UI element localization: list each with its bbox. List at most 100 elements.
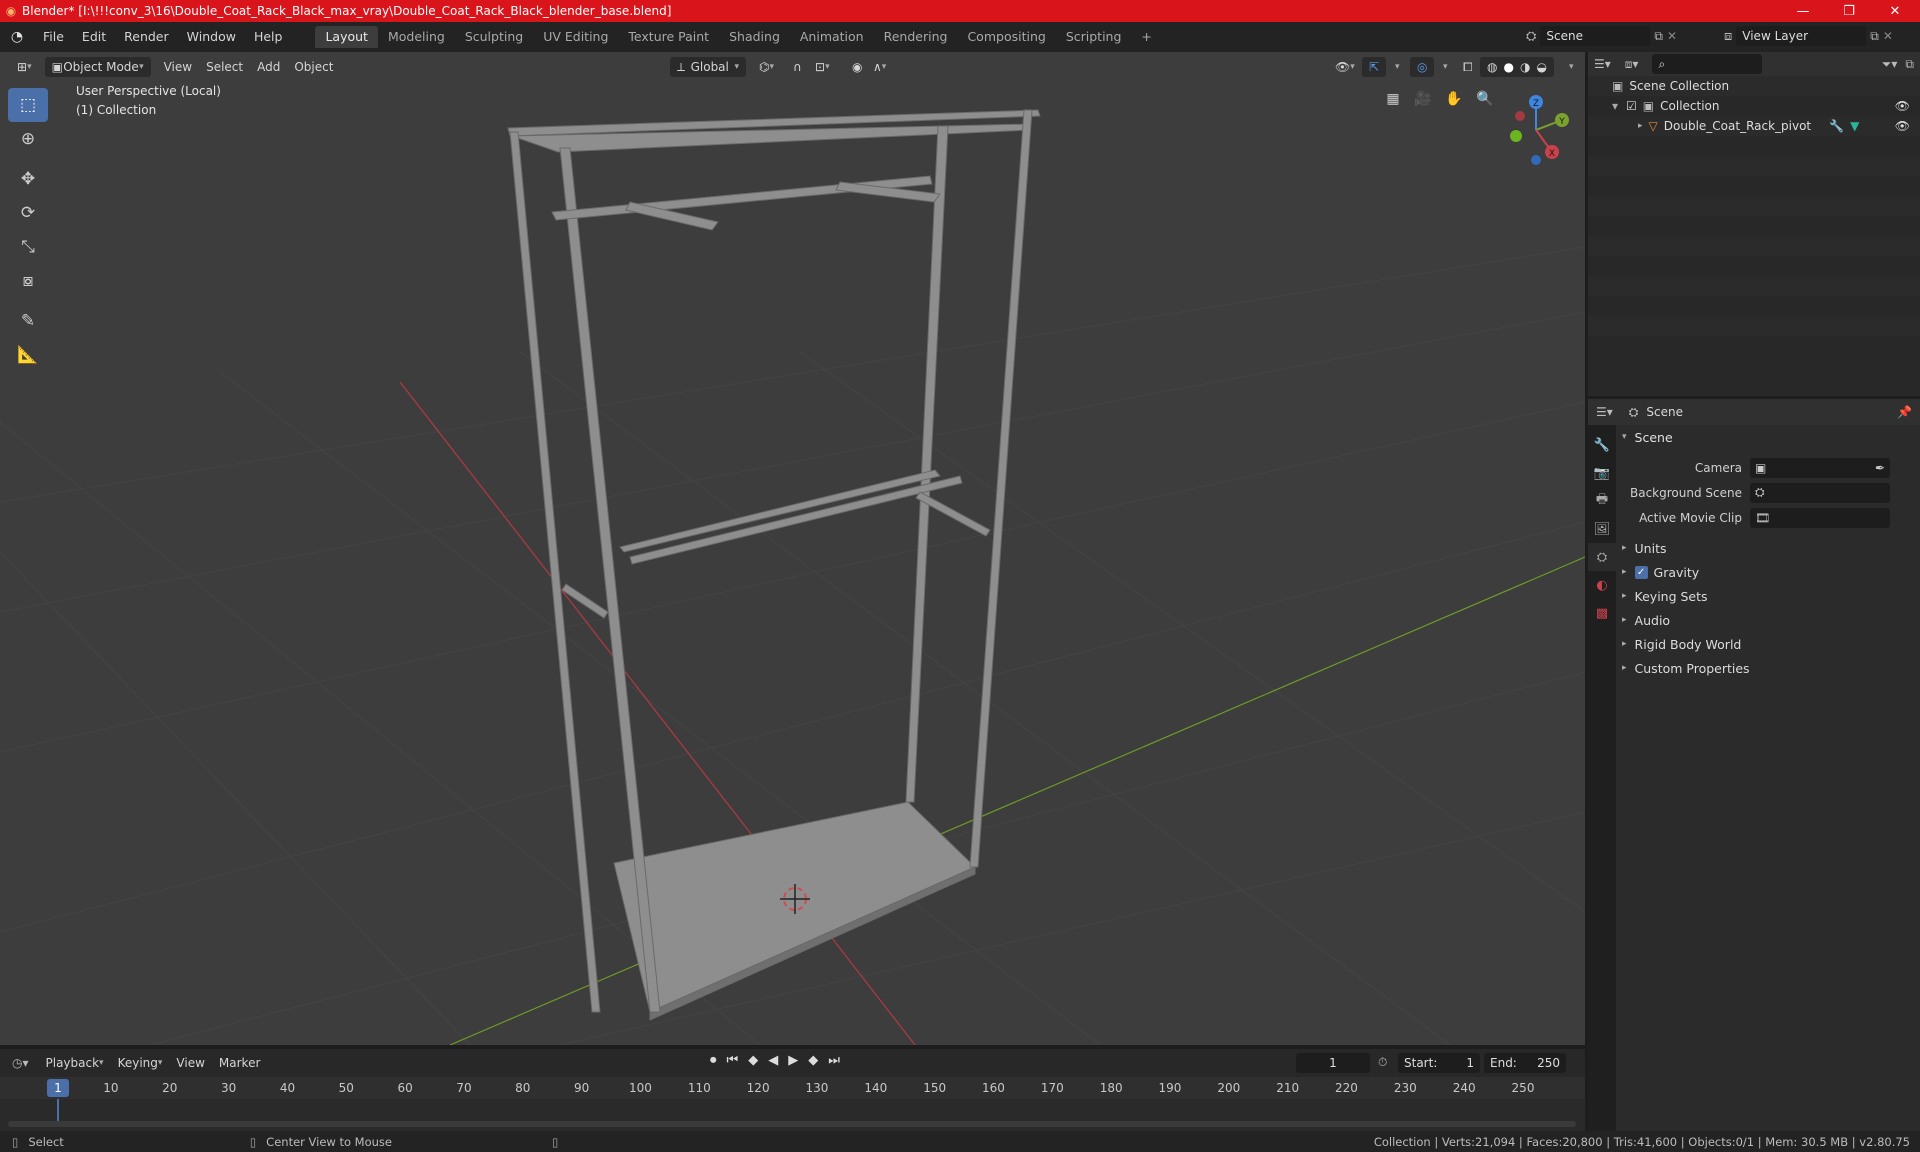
move-tool-icon[interactable]: ✥ xyxy=(8,162,48,196)
start-frame-field[interactable]: Start: 1 xyxy=(1398,1053,1480,1073)
xray-toggle[interactable]: ⧠ xyxy=(1456,57,1480,77)
transform-tool-icon[interactable]: ⧇ xyxy=(8,264,48,298)
new-view-layer-icon[interactable]: ⧉ xyxy=(1870,29,1879,44)
shading-dropdown[interactable]: ▾ xyxy=(1562,57,1581,77)
texture-tab-icon[interactable]: ▩ xyxy=(1588,599,1616,627)
zoom-icon[interactable]: 🔍 xyxy=(1472,86,1498,112)
select-menu[interactable]: Select xyxy=(199,57,250,77)
render-tab-icon[interactable]: 📷 xyxy=(1588,459,1616,487)
jump-start-icon[interactable]: ⏮ xyxy=(727,1053,739,1068)
tool-settings-tab-icon[interactable]: 🔧 xyxy=(1588,431,1616,459)
marker-menu[interactable]: Marker xyxy=(212,1053,267,1073)
add-menu[interactable]: Add xyxy=(250,57,287,77)
snap-target-button[interactable]: ⊡ ▾ xyxy=(808,57,837,77)
outliner-search-input[interactable]: ⌕ xyxy=(1652,54,1763,74)
play-icon[interactable]: ▶ xyxy=(788,1053,798,1068)
add-workspace-button[interactable]: + xyxy=(1131,26,1161,48)
falloff-button[interactable]: ∧ ▾ xyxy=(866,57,893,77)
rendered-shading-icon[interactable]: ◒ xyxy=(1536,60,1546,74)
properties-editor-icon[interactable]: ☰▾ xyxy=(1596,405,1613,419)
outliner-collection-row[interactable]: ▾ ☑ ▣ Collection 👁 xyxy=(1588,96,1920,116)
menu-help[interactable]: Help xyxy=(245,22,292,52)
select-box-tool-icon[interactable]: ⬚ xyxy=(8,88,48,122)
pan-hand-icon[interactable]: ✋ xyxy=(1441,86,1467,112)
background-scene-field[interactable]: ⛭ xyxy=(1750,482,1890,503)
keying-menu[interactable]: Keying ▾ xyxy=(111,1053,170,1073)
current-frame-field[interactable]: 1 xyxy=(1296,1053,1370,1073)
editor-type-button[interactable]: ⊞ ▾ xyxy=(10,57,39,77)
shading-modes[interactable]: ◍ ● ◑ ◒ xyxy=(1480,57,1554,77)
blender-menu-icon[interactable]: ◔ xyxy=(0,29,34,45)
visibility-eye-icon[interactable]: 👁 xyxy=(1895,99,1910,113)
new-collection-icon[interactable]: ⧉ xyxy=(1905,57,1914,72)
timeline-scrollbar[interactable] xyxy=(8,1121,1576,1127)
gravity-panel-header[interactable]: ▸ ✓ Gravity xyxy=(1618,560,1920,584)
expand-arrow-icon[interactable]: ▾ xyxy=(1612,99,1618,113)
remove-view-layer-icon[interactable]: ✕ xyxy=(1883,29,1893,43)
eyedropper-icon[interactable]: ✒ xyxy=(1875,461,1885,475)
close-button[interactable]: ✕ xyxy=(1872,0,1918,22)
camera-field[interactable]: ▣ ✒ xyxy=(1750,457,1890,478)
menu-edit[interactable]: Edit xyxy=(73,22,115,52)
view-layer-selector[interactable]: View Layer xyxy=(1736,26,1867,46)
display-mode-icon[interactable]: ⧈▾ xyxy=(1625,57,1639,72)
object-menu[interactable]: Object xyxy=(287,57,340,77)
mode-selector[interactable]: ▣ Object Mode ▾ xyxy=(44,57,151,77)
material-shading-icon[interactable]: ◑ xyxy=(1520,60,1530,74)
tab-rendering[interactable]: Rendering xyxy=(874,26,958,48)
3d-viewport[interactable]: ⊞ ▾ ▣ Object Mode ▾ View Select Add Objec… xyxy=(0,52,1585,1045)
world-tab-icon[interactable]: ◐ xyxy=(1588,571,1616,599)
pin-icon[interactable]: 📌 xyxy=(1897,405,1912,419)
tab-animation[interactable]: Animation xyxy=(790,26,874,48)
keying-sets-panel-header[interactable]: ▸ Keying Sets xyxy=(1618,584,1920,608)
play-reverse-icon[interactable]: ◀ xyxy=(768,1053,778,1068)
tab-texture-paint[interactable]: Texture Paint xyxy=(618,26,719,48)
preview-range-clock-icon[interactable]: ⏱ xyxy=(1378,1055,1387,1070)
scene-selector[interactable]: Scene xyxy=(1540,26,1651,46)
gizmo-toggle[interactable]: ⇱ xyxy=(1362,57,1387,77)
minimize-button[interactable]: — xyxy=(1780,0,1826,22)
tab-scripting[interactable]: Scripting xyxy=(1056,26,1132,48)
pivot-point-button[interactable]: ⌬ ▾ xyxy=(752,57,781,77)
view-layer-tab-icon[interactable]: 🖼 xyxy=(1588,515,1616,543)
measure-tool-icon[interactable]: 📐 xyxy=(8,338,48,372)
overlays-dropdown[interactable]: ▾ xyxy=(1436,57,1455,77)
gravity-checkbox[interactable]: ✓ xyxy=(1634,565,1648,579)
timeline-editor-icon[interactable]: ◷▾ xyxy=(12,1056,29,1070)
modifier-wrench-icon[interactable]: 🔧 xyxy=(1829,119,1844,133)
filter-icon[interactable]: ⏷▾ xyxy=(1882,57,1898,72)
rigid-body-world-panel-header[interactable]: ▸ Rigid Body World xyxy=(1618,632,1920,656)
tab-uv-editing[interactable]: UV Editing xyxy=(533,26,618,48)
expand-arrow-icon[interactable]: ▸ xyxy=(1638,121,1643,131)
output-tab-icon[interactable]: 🖶 xyxy=(1588,487,1616,515)
outliner-object-row[interactable]: ▸ ▽ Double_Coat_Rack_pivot 🔧 ▼ 👁 xyxy=(1588,116,1920,136)
menu-render[interactable]: Render xyxy=(115,22,178,52)
prev-keyframe-icon[interactable]: ◆ xyxy=(748,1053,758,1068)
mesh-data-icon[interactable]: ▼ xyxy=(1850,119,1859,133)
outliner-scene-collection[interactable]: ▣ Scene Collection xyxy=(1588,76,1920,96)
gizmo-dropdown[interactable]: ▾ xyxy=(1388,57,1407,77)
playback-menu[interactable]: Playback ▾ xyxy=(39,1053,111,1073)
exclude-checkbox-icon[interactable]: ☑ xyxy=(1626,99,1637,113)
end-frame-field[interactable]: End: 250 xyxy=(1484,1053,1566,1073)
scale-tool-icon[interactable]: ⤡ xyxy=(8,230,48,264)
scene-panel-header[interactable]: ▾ Scene xyxy=(1618,425,1920,449)
scene-tab-icon[interactable]: ⛭ xyxy=(1588,543,1616,571)
tab-layout[interactable]: Layout xyxy=(315,26,378,48)
audio-panel-header[interactable]: ▸ Audio xyxy=(1618,608,1920,632)
timeline-view-menu[interactable]: View xyxy=(169,1053,211,1073)
solid-shading-icon[interactable]: ● xyxy=(1503,60,1513,74)
next-keyframe-icon[interactable]: ◆ xyxy=(808,1053,818,1068)
annotate-tool-icon[interactable]: ✎ xyxy=(8,304,48,338)
visibility-button[interactable]: 👁 ▾ xyxy=(1328,57,1362,77)
frame-ruler[interactable]: 1 10 20 30 40 50 60 70 80 90 100 110 120 130 140 150 160… xyxy=(0,1077,1585,1099)
jump-end-icon[interactable]: ⏭ xyxy=(828,1053,840,1068)
visibility-eye-icon[interactable]: 👁 xyxy=(1895,119,1910,133)
maximize-button[interactable]: ❐ xyxy=(1826,0,1872,22)
tab-shading[interactable]: Shading xyxy=(719,26,790,48)
tab-compositing[interactable]: Compositing xyxy=(957,26,1055,48)
toggle-ortho-grid-icon[interactable]: ▦ xyxy=(1380,86,1406,112)
new-scene-icon[interactable]: ⧉ xyxy=(1654,29,1663,44)
custom-properties-panel-header[interactable]: ▸ Custom Properties xyxy=(1618,656,1920,680)
outliner-editor-icon[interactable]: ☰▾ xyxy=(1594,57,1611,71)
